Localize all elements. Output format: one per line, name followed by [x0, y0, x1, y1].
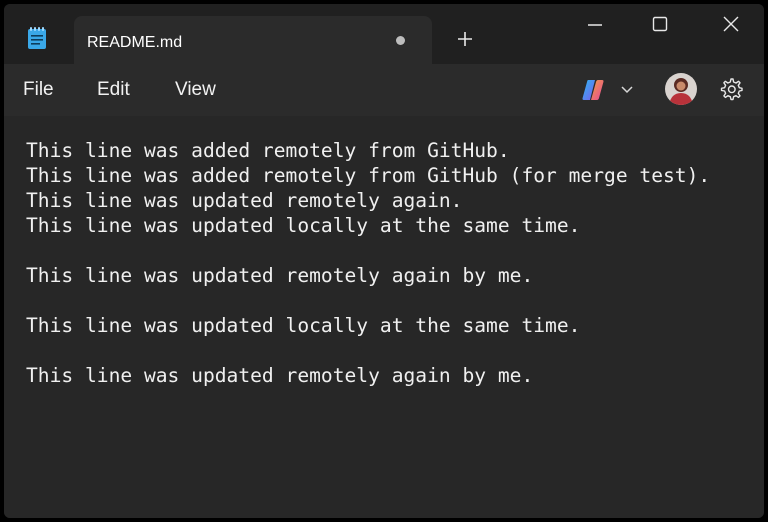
title-bar[interactable]: README.md	[4, 4, 764, 64]
minimize-icon[interactable]	[582, 14, 608, 36]
notepad-icon	[27, 26, 47, 50]
menu-view[interactable]: View	[175, 79, 216, 101]
menu-edit[interactable]: Edit	[97, 79, 130, 101]
copilot-icon[interactable]	[579, 76, 607, 104]
unsaved-indicator-icon[interactable]	[396, 36, 405, 45]
gear-icon[interactable]	[718, 76, 744, 102]
tab-readme[interactable]: README.md	[74, 16, 432, 64]
menu-file[interactable]: File	[23, 79, 54, 101]
close-icon[interactable]	[718, 14, 744, 36]
plus-icon[interactable]	[452, 26, 478, 52]
menu-bar: File Edit View	[4, 64, 764, 116]
tab-title: README.md	[87, 34, 183, 51]
text-editor[interactable]: This line was added remotely from GitHub…	[4, 116, 764, 518]
avatar[interactable]	[665, 73, 697, 105]
chevron-down-icon[interactable]	[619, 81, 635, 97]
notepad-window: README.md File Edit View This line was a…	[4, 4, 764, 518]
editor-content[interactable]: This line was added remotely from GitHub…	[26, 138, 710, 388]
maximize-icon[interactable]	[647, 14, 673, 36]
